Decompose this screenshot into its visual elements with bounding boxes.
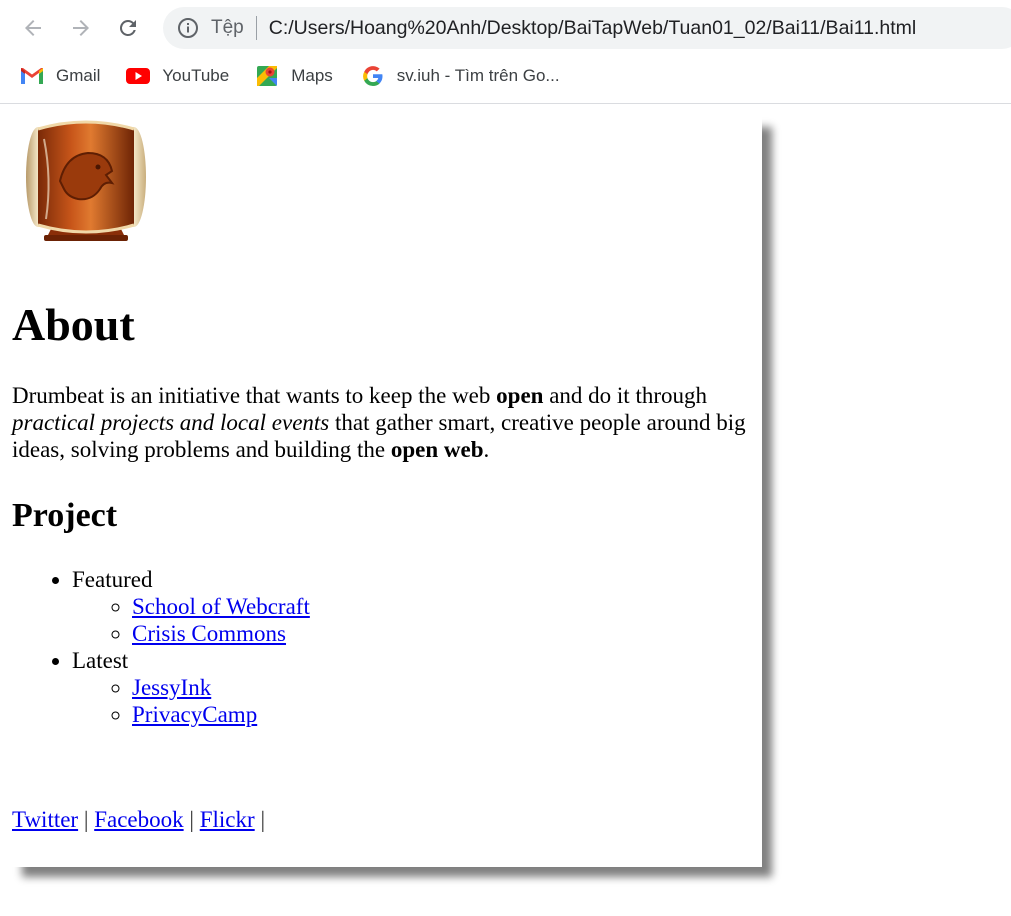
omnibox-separator (255, 16, 257, 40)
group-label: Featured (72, 567, 153, 592)
link-school-of-webcraft[interactable]: School of Webcraft (132, 594, 310, 619)
info-icon[interactable] (177, 17, 199, 39)
intro-text: . (483, 437, 490, 462)
url-text[interactable]: C:/Users/Hoang%20Anh/Desktop/BaiTapWeb/T… (269, 17, 917, 40)
bookmarks-bar: Gmail YouTube Maps sv.iuh - Tìm trên Go.… (0, 60, 1011, 92)
list-item: JessyInk (132, 674, 310, 701)
scheme-label: Tệp (211, 17, 244, 38)
intro-italic: practical projects and local events (12, 410, 330, 435)
drumbeat-logo (26, 120, 146, 241)
forward-arrow-icon (73, 20, 89, 36)
intro-paragraph: Drumbeat is an initiative that wants to … (12, 382, 752, 463)
list-item-latest: Latest JessyInk PrivacyCamp (72, 647, 310, 728)
back-arrow-icon (25, 20, 41, 36)
bookmark-label: Maps (291, 66, 333, 85)
forward-button[interactable] (65, 12, 97, 44)
list-item: PrivacyCamp (132, 701, 310, 728)
latest-sublist: JessyInk PrivacyCamp (72, 674, 310, 728)
footer-links: Twitter | Facebook | Flickr | (12, 806, 265, 833)
youtube-icon (126, 64, 151, 88)
link-crisis-commons[interactable]: Crisis Commons (132, 621, 286, 646)
back-button[interactable] (17, 12, 49, 44)
bookmark-gmail[interactable]: Gmail (20, 64, 100, 88)
bookmark-maps[interactable]: Maps (255, 64, 333, 88)
link-privacycamp[interactable]: PrivacyCamp (132, 702, 257, 727)
link-jessyink[interactable]: JessyInk (132, 675, 211, 700)
footer-separator: | (83, 807, 89, 832)
google-icon (361, 64, 385, 88)
bookmark-label: sv.iuh - Tìm trên Go... (396, 66, 560, 85)
reload-button[interactable] (112, 12, 144, 44)
bookmark-label: YouTube (162, 66, 230, 85)
list-item-featured: Featured School of Webcraft Crisis Commo… (72, 566, 310, 647)
intro-bold-open: open (496, 383, 544, 408)
page-container: About Drumbeat is an initiative that wan… (12, 117, 762, 867)
group-label: Latest (72, 648, 129, 673)
list-item: School of Webcraft (132, 593, 310, 620)
about-heading: About (12, 299, 135, 350)
intro-text: and do it through (543, 383, 707, 408)
intro-bold-open-web: open web (390, 437, 484, 462)
bookmark-youtube[interactable]: YouTube (126, 64, 229, 88)
bookmark-label: Gmail (56, 66, 101, 85)
address-bar[interactable]: Tệp C:/Users/Hoang%20Anh/Desktop/BaiTapW… (163, 7, 1011, 49)
featured-sublist: School of Webcraft Crisis Commons (72, 593, 310, 647)
intro-text: Drumbeat is an initiative that wants to … (12, 383, 497, 408)
link-facebook[interactable]: Facebook (94, 807, 183, 832)
footer-separator: | (260, 807, 266, 832)
link-twitter[interactable]: Twitter (12, 807, 78, 832)
gmail-icon (20, 64, 44, 88)
bookmark-google-search[interactable]: sv.iuh - Tìm trên Go... (361, 64, 560, 88)
reload-icon (119, 19, 136, 36)
project-list: Featured School of Webcraft Crisis Commo… (12, 566, 310, 728)
link-flickr[interactable]: Flickr (200, 807, 255, 832)
browser-toolbar: Tệp C:/Users/Hoang%20Anh/Desktop/BaiTapW… (0, 0, 1011, 104)
project-heading: Project (12, 497, 118, 534)
footer-separator: | (189, 807, 194, 832)
list-item: Crisis Commons (132, 620, 310, 647)
maps-icon (255, 64, 279, 88)
